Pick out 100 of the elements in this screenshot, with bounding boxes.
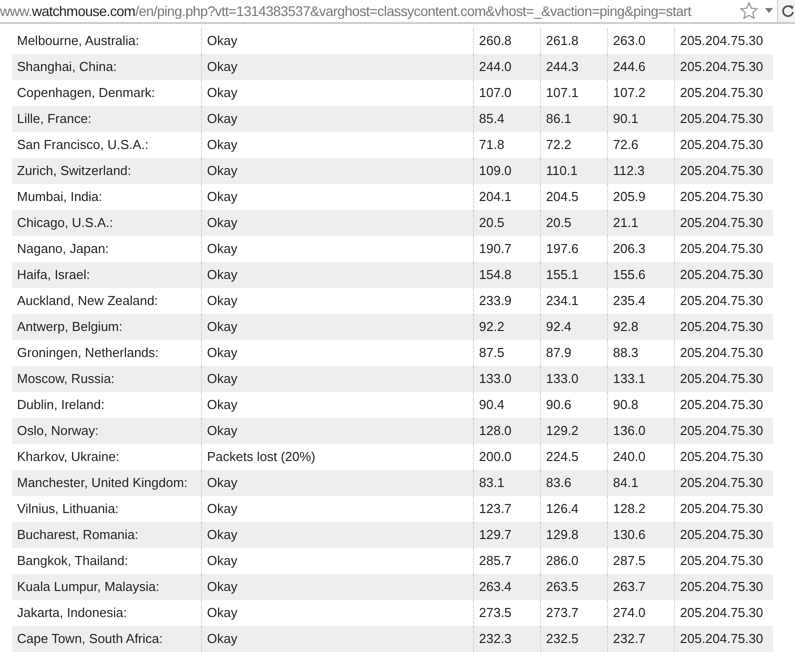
table-cell-text: Okay bbox=[207, 474, 238, 492]
table-cell-text: 244.3 bbox=[546, 58, 579, 76]
table-cell-text: Okay bbox=[207, 162, 238, 180]
table-cell-text: Nagano, Japan: bbox=[17, 240, 109, 258]
table-cell-text: 21.1 bbox=[613, 214, 638, 232]
table-cell-text: Bangkok, Thailand: bbox=[17, 552, 128, 570]
table-cell-text: 72.6 bbox=[613, 136, 638, 154]
table-cell-text: 129.7 bbox=[479, 526, 512, 544]
table-cell-text: Okay bbox=[207, 604, 238, 622]
table-cell-text: 286.0 bbox=[546, 552, 579, 570]
reload-icon bbox=[781, 4, 795, 18]
table-cell-text: 88.3 bbox=[613, 344, 638, 362]
table-cell-text: Copenhagen, Denmark: bbox=[17, 84, 156, 102]
table-cell-text: 72.2 bbox=[546, 136, 572, 154]
table-cell-text: 85.4 bbox=[479, 110, 504, 128]
table-cell-text: 86.1 bbox=[546, 110, 572, 128]
table-cell-text: 154.8 bbox=[479, 266, 512, 284]
table-cell-text: 136.0 bbox=[613, 422, 646, 440]
table-cell-text: 133.0 bbox=[546, 370, 579, 388]
table-cell-text: 263.7 bbox=[613, 578, 646, 596]
table-cell-text: 263.4 bbox=[479, 578, 512, 596]
table-cell-text: San Francisco, U.S.A.: bbox=[17, 136, 148, 154]
table-cell-text: Kharkov, Ukraine: bbox=[17, 448, 120, 466]
caret-icon[interactable] bbox=[765, 8, 773, 14]
table-cell-text: 263.5 bbox=[546, 578, 579, 596]
table-cell-text: 232.5 bbox=[546, 630, 579, 648]
table-cell-text: 190.7 bbox=[479, 240, 512, 258]
table-cell-text: 205.204.75.30 bbox=[680, 370, 764, 388]
table-cell-text: Okay bbox=[207, 240, 238, 258]
table-cell-text: 109.0 bbox=[479, 162, 512, 180]
table-cell-text: 83.6 bbox=[546, 474, 572, 492]
table-cell-text: 205.204.75.30 bbox=[680, 214, 764, 232]
table-cell-text: 205.204.75.30 bbox=[680, 110, 764, 128]
table-cell-text: Okay bbox=[207, 578, 238, 596]
table-cell-text: 128.2 bbox=[613, 500, 646, 518]
table-cell-text: Manchester, United Kingdom: bbox=[17, 474, 188, 492]
table-cell-text: 285.7 bbox=[479, 552, 512, 570]
table-cell-text: 224.5 bbox=[546, 448, 579, 466]
table-cell-text: 123.7 bbox=[479, 500, 512, 518]
table-cell-text: 133.1 bbox=[613, 370, 646, 388]
table-cell-text: Oslo, Norway: bbox=[17, 422, 99, 440]
table-cell-text: 129.8 bbox=[546, 526, 579, 544]
table-cell-text: 200.0 bbox=[479, 448, 512, 466]
table-cell-text: Kuala Lumpur, Malaysia: bbox=[17, 578, 160, 596]
table-cell-text: 205.204.75.30 bbox=[680, 344, 764, 362]
table-cell-text: 130.6 bbox=[613, 526, 646, 544]
table-cell-text: Bucharest, Romania: bbox=[17, 526, 138, 544]
table-cell-text: 233.9 bbox=[479, 292, 512, 310]
star-icon[interactable] bbox=[739, 1, 759, 21]
table-cell-text: 90.1 bbox=[613, 110, 638, 128]
table-cell-text: 107.2 bbox=[613, 84, 646, 102]
table-cell-text: 240.0 bbox=[613, 448, 646, 466]
table-cell-text: Okay bbox=[207, 292, 238, 310]
table-cell-text: Auckland, New Zealand: bbox=[17, 292, 158, 310]
reload-button[interactable] bbox=[777, 0, 795, 22]
table-cell-text: Antwerp, Belgium: bbox=[17, 318, 122, 336]
table-cell-text: Chicago, U.S.A.: bbox=[17, 214, 114, 232]
table-cell-text: 205.204.75.30 bbox=[680, 474, 764, 492]
table-cell-text: 155.6 bbox=[613, 266, 646, 284]
table-cell-text: Dublin, Ireland: bbox=[17, 396, 104, 414]
table-cell-text: Mumbai, India: bbox=[17, 188, 102, 206]
table-cell-text: 107.0 bbox=[479, 84, 512, 102]
table-cell-text: Okay bbox=[207, 188, 238, 206]
table-cell-text: 155.1 bbox=[546, 266, 579, 284]
table-cell-text: Okay bbox=[207, 266, 238, 284]
table-cell-text: 232.7 bbox=[613, 630, 646, 648]
table-cell-text: 244.6 bbox=[613, 58, 646, 76]
table-cell-text: 20.5 bbox=[546, 214, 572, 232]
table-cell-text: 204.1 bbox=[479, 188, 512, 206]
table-cell-text: Jakarta, Indonesia: bbox=[17, 604, 127, 622]
table-cell-text: 90.8 bbox=[613, 396, 638, 414]
table-cell-text: 197.6 bbox=[546, 240, 579, 258]
table-cell-text: 206.3 bbox=[613, 240, 646, 258]
table-cell-text: Okay bbox=[207, 526, 238, 544]
table-cell-text: 87.5 bbox=[479, 344, 504, 362]
table-cell-text: 263.0 bbox=[613, 32, 646, 50]
table-cell-text: 205.204.75.30 bbox=[680, 448, 764, 466]
table-cell-text: 92.8 bbox=[613, 318, 638, 336]
table-cell-text: 133.0 bbox=[479, 370, 512, 388]
table-cell-text: 83.1 bbox=[479, 474, 504, 492]
table-cell-text: 84.1 bbox=[613, 474, 638, 492]
table-cell-text: Okay bbox=[207, 344, 238, 362]
table-cell-text: 205.204.75.30 bbox=[680, 552, 764, 570]
table-cell-text: Okay bbox=[207, 396, 238, 414]
table-cell-text: Okay bbox=[207, 552, 238, 570]
table-cell-text: Okay bbox=[207, 58, 238, 76]
table-cell-text: 205.204.75.30 bbox=[680, 162, 764, 180]
table-cell-text: 20.5 bbox=[479, 214, 504, 232]
table-cell-text: Haifa, Israel: bbox=[17, 266, 90, 284]
table-cell-text: 112.3 bbox=[613, 162, 645, 180]
table-cell-text: 205.204.75.30 bbox=[680, 578, 764, 596]
table-cell-text: Okay bbox=[207, 136, 238, 154]
url-text[interactable]: www.watchmouse.com/en/ping.php?vtt=1314383537&varghost=classycontent.com&vhost=_&vaction=ping&ping=start bbox=[0, 0, 692, 22]
table-cell-text: 244.0 bbox=[479, 58, 512, 76]
table-cell-text: 205.204.75.30 bbox=[680, 630, 764, 648]
table-cell-text: 261.8 bbox=[546, 32, 579, 50]
table-cell-text: 287.5 bbox=[613, 552, 646, 570]
table-cell-text: 126.4 bbox=[546, 500, 579, 518]
table-cell-text: 205.204.75.30 bbox=[680, 240, 764, 258]
table-cell-text: 92.4 bbox=[546, 318, 572, 336]
